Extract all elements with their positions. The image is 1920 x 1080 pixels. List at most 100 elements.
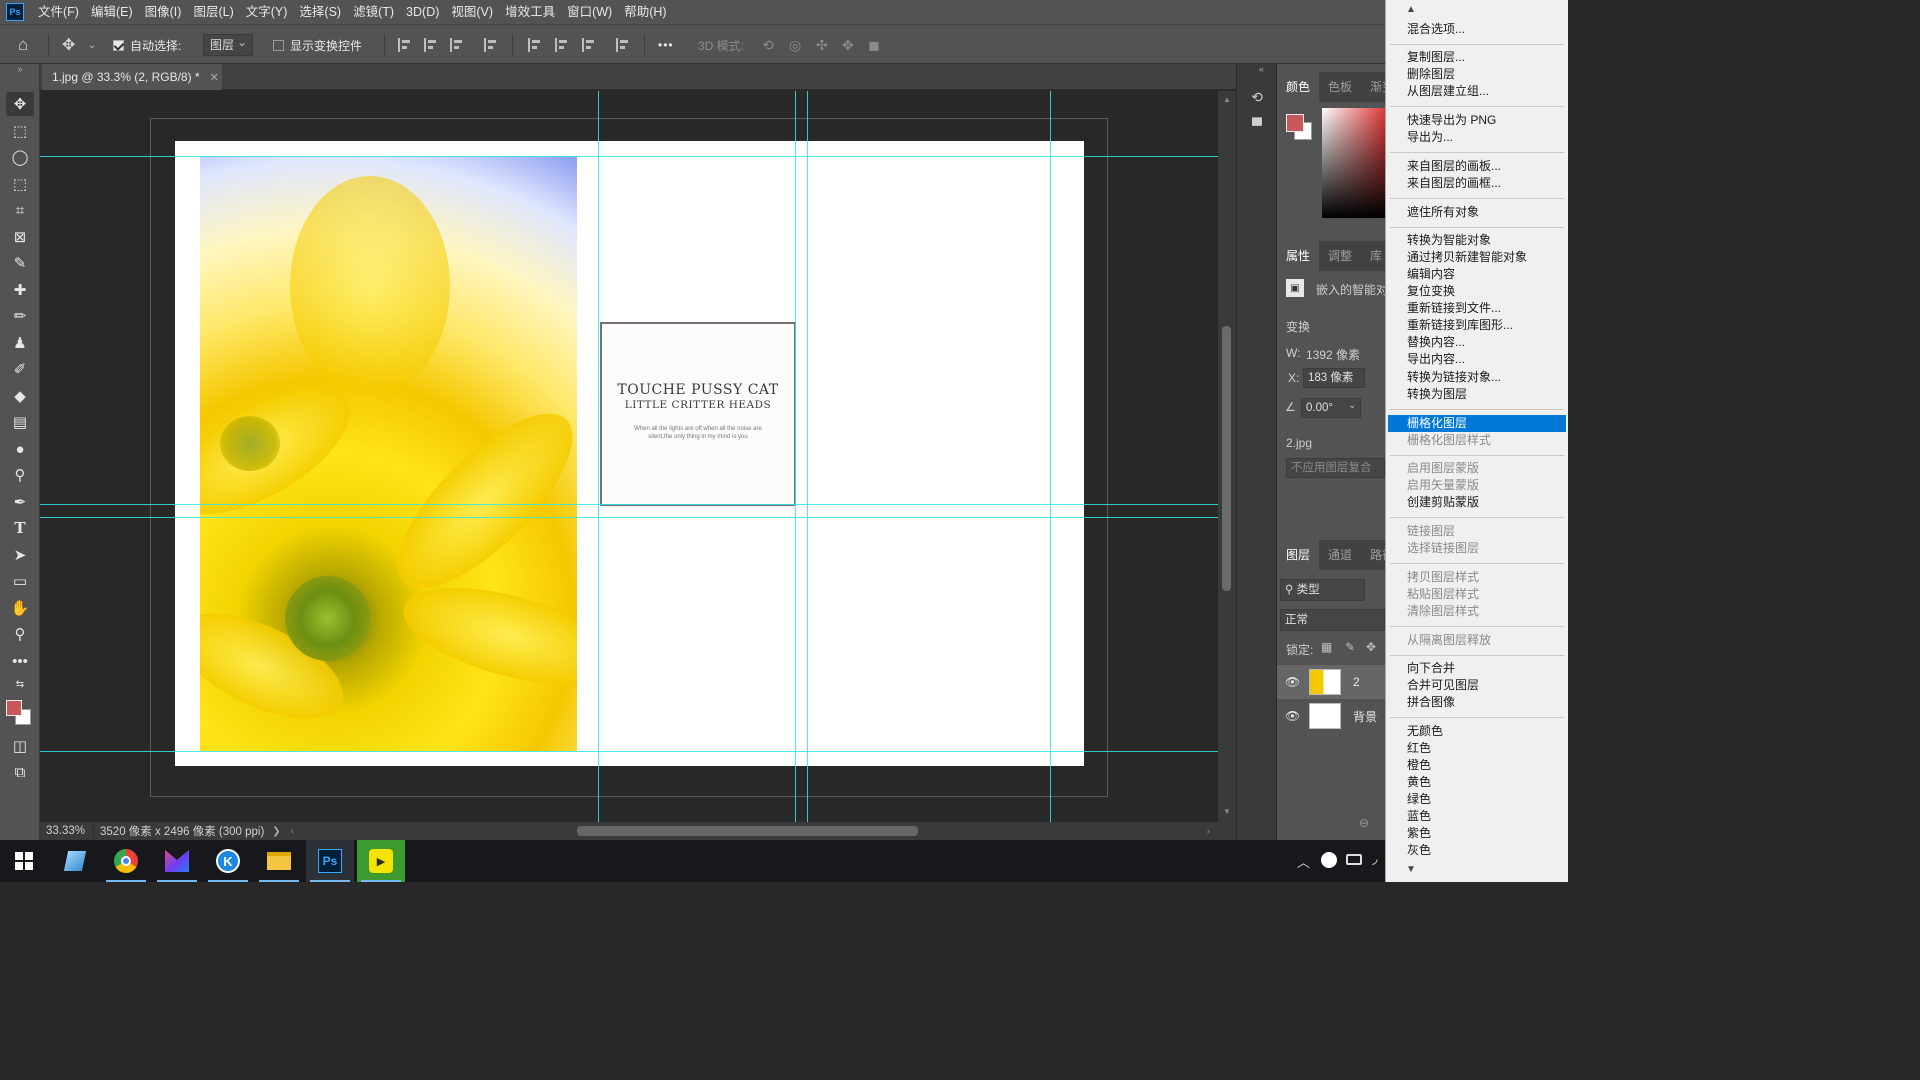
document-canvas[interactable]: TOUCHE PUSSY CAT LITTLE CRITTER HEADS Wh… (175, 141, 1084, 766)
auto-select-dropdown[interactable]: 图层 (203, 25, 253, 65)
scroll-down-icon[interactable]: ▼ (1223, 807, 1231, 816)
lock-transparency-icon[interactable]: ▦ (1321, 640, 1332, 654)
frame-tool-icon[interactable]: ⊠ (6, 225, 34, 249)
context-menu-item[interactable]: 转换为链接对象... (1388, 369, 1566, 386)
context-menu-item[interactable]: 导出内容... (1388, 351, 1566, 368)
align-hcenter-icon[interactable] (424, 25, 438, 65)
tab-swatches[interactable]: 色板 (1319, 72, 1361, 102)
menu-select[interactable]: 选择(S) (293, 0, 347, 24)
context-menu-item[interactable]: 拷贝图层样式 (1388, 569, 1566, 586)
move-tool-icon[interactable]: ✥ (62, 25, 75, 65)
layer-name[interactable]: 2 (1353, 675, 1360, 689)
context-menu-item[interactable]: 来自图层的画板... (1388, 158, 1566, 175)
tab-color[interactable]: 颜色 (1277, 72, 1320, 102)
context-menu-item[interactable]: 蓝色 (1388, 808, 1566, 825)
context-menu-item[interactable]: 从图层建立组... (1388, 83, 1566, 100)
context-menu-item[interactable]: 创建剪贴蒙版 (1388, 494, 1566, 511)
context-menu-item[interactable]: 灰色 (1388, 842, 1566, 859)
comments-panel-icon[interactable]: ▀ (1246, 114, 1268, 136)
document-tab[interactable]: 1.jpg @ 33.3% (2, RGB/8) * ✕ (42, 64, 222, 90)
layer-name[interactable]: 背景 (1353, 708, 1377, 725)
context-menu-item[interactable]: 编辑内容 (1388, 266, 1566, 283)
context-menu-item[interactable]: 来自图层的画框... (1388, 175, 1566, 192)
text-card[interactable]: TOUCHE PUSSY CAT LITTLE CRITTER HEADS Wh… (600, 322, 796, 506)
document-info[interactable]: 3520 像素 x 2496 像素 (300 ppi) (94, 823, 264, 839)
auto-select-checkbox[interactable] (113, 25, 124, 65)
show-transform-checkbox[interactable] (273, 25, 284, 65)
context-menu-item[interactable]: 重新链接到文件... (1388, 300, 1566, 317)
context-menu-item[interactable]: 复制图层... (1388, 49, 1566, 66)
context-menu-item[interactable]: 黄色 (1388, 774, 1566, 791)
brush-tool-icon[interactable]: ✏ (6, 304, 34, 328)
context-menu-item[interactable]: 紫色 (1388, 825, 1566, 842)
object-select-tool-icon[interactable]: ⬚ (6, 172, 34, 196)
context-menu-item[interactable]: 通过拷贝新建智能对象 (1388, 249, 1566, 266)
more-options-button[interactable]: ••• (658, 25, 674, 65)
guide-vertical[interactable] (1050, 91, 1051, 822)
scroll-right-icon[interactable]: › (1207, 826, 1210, 837)
context-menu-item[interactable]: 粘贴图层样式 (1388, 586, 1566, 603)
guide-horizontal[interactable] (40, 517, 1218, 518)
vscode-icon[interactable] (153, 840, 201, 882)
default-colors-icon[interactable]: ⇆ (6, 676, 34, 692)
tool-preset-chevron-icon[interactable]: ⌄ (88, 25, 96, 65)
layer-row[interactable]: 👁 背景 (1277, 699, 1385, 733)
context-menu-item[interactable]: 快速导出为 PNG (1388, 112, 1566, 129)
context-menu-item[interactable]: 红色 (1388, 740, 1566, 757)
distribute-icon[interactable] (484, 25, 498, 65)
history-panel-icon[interactable]: ⟲ (1246, 86, 1268, 108)
tab-adjustments[interactable]: 调整 (1319, 241, 1361, 271)
vertical-scrollbar[interactable]: ▲ ▼ (1218, 91, 1236, 822)
context-menu-item[interactable]: 合并可见图层 (1388, 677, 1566, 694)
blur-tool-icon[interactable]: ● (6, 437, 34, 461)
align-right-icon[interactable] (450, 25, 464, 65)
guide-vertical[interactable] (795, 91, 796, 822)
context-menu-item[interactable]: 混合选项... (1388, 21, 1566, 38)
menu-filter[interactable]: 滤镜(T) (347, 0, 400, 24)
flower-photo[interactable] (200, 156, 577, 751)
context-menu-item[interactable]: 导出为... (1388, 129, 1566, 146)
layer-filter-dropdown[interactable]: ⚲ 类型 (1280, 579, 1365, 601)
tab-paths[interactable]: 路径 (1361, 540, 1385, 570)
eraser-tool-icon[interactable]: ◆ (6, 384, 34, 408)
context-menu-item[interactable]: 遮住所有对象 (1388, 204, 1566, 221)
menu-3d[interactable]: 3D(D) (400, 0, 445, 24)
path-select-tool-icon[interactable]: ➤ (6, 543, 34, 567)
context-menu-item[interactable]: 复位变换 (1388, 283, 1566, 300)
context-menu-item[interactable]: 从隔离图层释放 (1388, 632, 1566, 649)
menu-image[interactable]: 图像(I) (139, 0, 188, 24)
canvas-area[interactable]: TOUCHE PUSSY CAT LITTLE CRITTER HEADS Wh… (40, 91, 1218, 822)
show-hidden-icons-icon[interactable]: ︿ (1297, 852, 1310, 871)
tab-gradients[interactable]: 渐变 (1361, 72, 1385, 102)
screen-mode-icon[interactable]: ⧉ (6, 760, 34, 784)
blend-mode-dropdown[interactable]: 正常 (1280, 609, 1385, 631)
3d-slide-icon[interactable]: ✥ (842, 25, 854, 65)
media-player-icon[interactable]: ▶ (357, 840, 405, 882)
context-menu-item[interactable]: 橙色 (1388, 757, 1566, 774)
context-menu-item[interactable]: 转换为图层 (1388, 386, 1566, 403)
layer-row[interactable]: 👁 2 (1277, 665, 1385, 699)
context-menu-item[interactable]: 无颜色 (1388, 723, 1566, 740)
chrome-icon[interactable] (102, 840, 150, 882)
edit-toolbar-icon[interactable]: ••• (6, 649, 34, 673)
tab-layers[interactable]: 图层 (1277, 540, 1320, 570)
file-explorer-icon[interactable] (255, 840, 303, 882)
hand-tool-icon[interactable]: ✋ (6, 596, 34, 620)
menu-window[interactable]: 窗口(W) (561, 0, 618, 24)
home-icon[interactable]: ⌂ (18, 25, 28, 65)
3d-orbit-icon[interactable]: ⟲ (762, 25, 774, 65)
tab-channels[interactable]: 通道 (1319, 540, 1361, 570)
move-tool-icon[interactable]: ✥ (6, 92, 34, 116)
layer-comp-select[interactable]: 不应用图层复合 (1286, 458, 1385, 478)
collapse-panels-icon[interactable]: « (1259, 64, 1264, 74)
zoom-level[interactable]: 33.33% (40, 825, 95, 837)
menu-scroll-up-icon[interactable]: ▲ (1406, 4, 1416, 15)
history-brush-tool-icon[interactable]: ✐ (6, 357, 34, 381)
windows-start-icon[interactable] (0, 840, 48, 882)
pen-tool-icon[interactable]: ✒ (6, 490, 34, 514)
type-tool-icon[interactable]: T (6, 516, 34, 540)
menu-layer[interactable]: 图层(L) (187, 0, 239, 24)
rectangle-tool-icon[interactable]: ▭ (6, 569, 34, 593)
photoshop-taskbar-icon[interactable]: Ps (306, 840, 354, 882)
width-value[interactable]: 1392 像素 (1306, 346, 1360, 363)
